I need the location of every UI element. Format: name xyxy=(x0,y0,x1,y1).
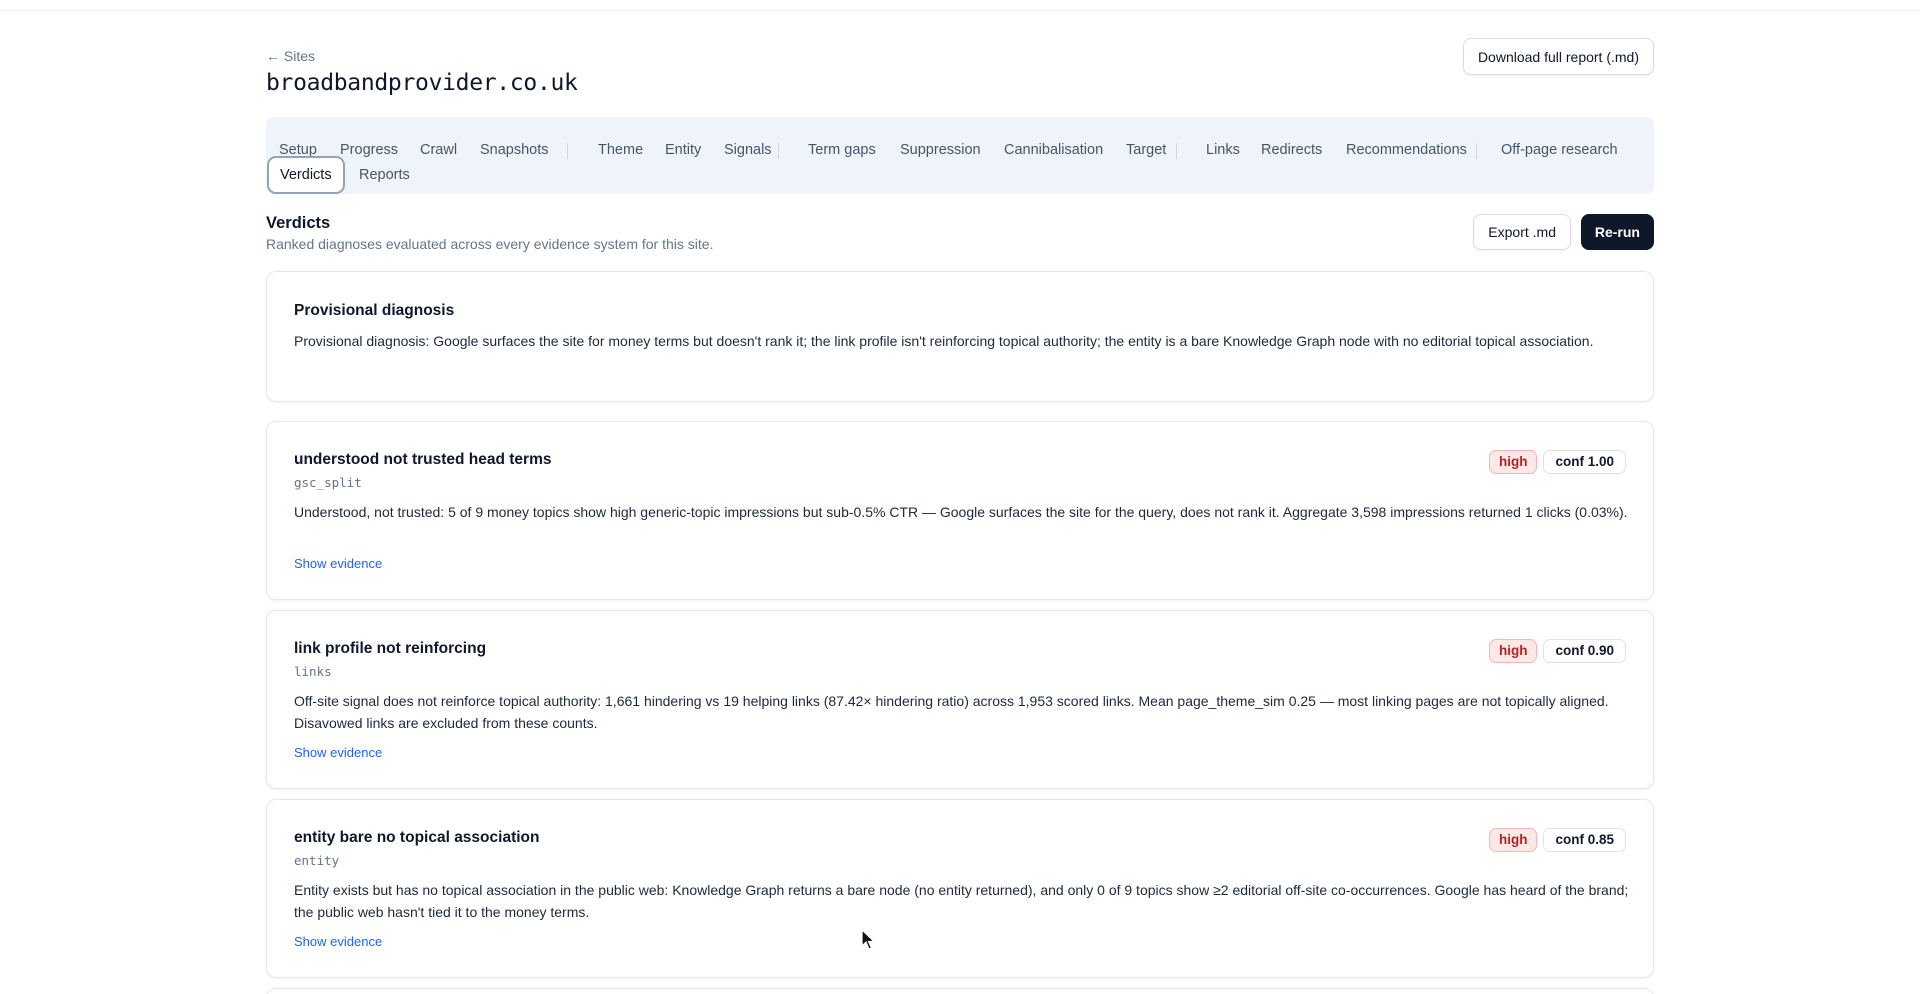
rerun-button[interactable]: Re-run xyxy=(1580,214,1654,250)
verdict-body: Entity exists but has no topical associa… xyxy=(294,882,1629,920)
tab-signals[interactable]: Signals xyxy=(712,131,784,169)
provisional-diagnosis-card: Provisional diagnosis Provisional diagno… xyxy=(266,271,1654,402)
tab-cannibalisation[interactable]: Cannibalisation xyxy=(992,131,1115,169)
tab-target[interactable]: Target xyxy=(1114,131,1178,169)
severity-badge: high xyxy=(1488,639,1538,663)
tab-divider xyxy=(567,143,568,159)
verdict-title: link profile not reinforcing xyxy=(294,640,487,657)
card-title: Provisional diagnosis xyxy=(294,302,455,319)
card-body: Provisional diagnosis: Google surfaces t… xyxy=(294,333,1594,349)
show-evidence-link[interactable]: Show evidence xyxy=(294,934,382,949)
verdict-card-partial xyxy=(266,988,1654,994)
verdict-badges: high conf 1.00 xyxy=(1488,450,1626,474)
tab-recommendations[interactable]: Recommendations xyxy=(1334,131,1479,169)
tab-reports[interactable]: Reports xyxy=(347,156,422,194)
confidence-badge: conf 0.85 xyxy=(1543,828,1626,852)
tab-snapshots[interactable]: Snapshots xyxy=(468,131,561,169)
show-evidence-link[interactable]: Show evidence xyxy=(294,556,382,571)
site-tabs: Setup Progress Crawl Snapshots Theme Ent… xyxy=(266,117,1654,194)
tab-redirects[interactable]: Redirects xyxy=(1249,131,1334,169)
verdict-source: links xyxy=(294,664,332,679)
tab-theme[interactable]: Theme xyxy=(586,131,655,169)
site-title: broadbandprovider.co.uk xyxy=(266,70,578,96)
verdict-body: Off-site signal does not reinforce topic… xyxy=(294,693,1609,731)
verdicts-section-header: Verdicts Ranked diagnoses evaluated acro… xyxy=(266,214,1654,254)
show-evidence-link[interactable]: Show evidence xyxy=(294,745,382,760)
verdict-card: link profile not reinforcing links high … xyxy=(266,610,1654,789)
verdict-badges: high conf 0.85 xyxy=(1488,828,1626,852)
tab-off-page-research[interactable]: Off-page research xyxy=(1489,131,1630,169)
severity-badge: high xyxy=(1488,450,1538,474)
tab-divider xyxy=(778,143,779,159)
tab-divider xyxy=(1176,143,1177,159)
mouse-cursor-icon xyxy=(861,929,875,950)
browser-top-strip xyxy=(0,0,1920,11)
verdict-badges: high conf 0.90 xyxy=(1488,639,1626,663)
confidence-badge: conf 0.90 xyxy=(1543,639,1626,663)
confidence-badge: conf 1.00 xyxy=(1543,450,1626,474)
verdict-source: entity xyxy=(294,853,340,868)
export-md-button[interactable]: Export .md xyxy=(1473,214,1571,250)
verdict-body: Understood, not trusted: 5 of 9 money to… xyxy=(294,504,1628,520)
tab-entity[interactable]: Entity xyxy=(653,131,713,169)
severity-badge: high xyxy=(1488,828,1538,852)
verdict-title: entity bare no topical association xyxy=(294,829,540,846)
tab-links[interactable]: Links xyxy=(1194,131,1252,169)
page-header: ← Sites broadbandprovider.co.uk Download… xyxy=(266,38,1654,106)
tab-term-gaps[interactable]: Term gaps xyxy=(796,131,888,169)
back-to-sites-link[interactable]: ← Sites xyxy=(266,48,315,64)
tab-divider xyxy=(1476,143,1477,159)
verdict-card: understood not trusted head terms gsc_sp… xyxy=(266,421,1654,600)
section-title: Verdicts xyxy=(266,214,331,232)
verdict-source: gsc_split xyxy=(294,475,362,490)
tab-suppression[interactable]: Suppression xyxy=(888,131,993,169)
verdict-title: understood not trusted head terms xyxy=(294,451,552,468)
download-report-button[interactable]: Download full report (.md) xyxy=(1462,38,1654,75)
verdict-card: entity bare no topical association entit… xyxy=(266,799,1654,978)
tab-verdicts[interactable]: Verdicts xyxy=(267,156,345,194)
section-subtitle: Ranked diagnoses evaluated across every … xyxy=(266,236,714,252)
